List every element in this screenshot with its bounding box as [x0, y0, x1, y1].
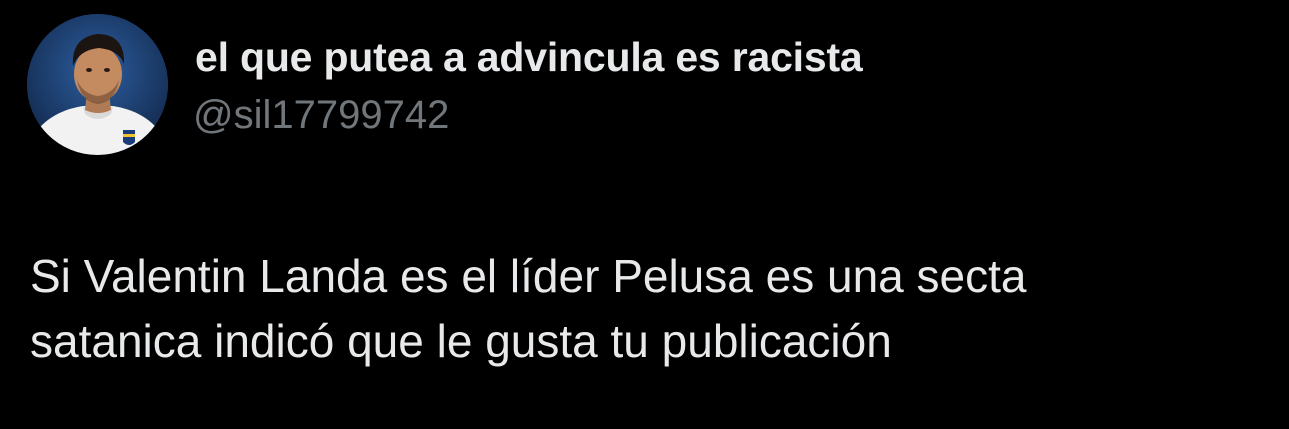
tweet-text-line: Si Valentin Landa es el líder Pelusa es … — [30, 250, 1027, 302]
tweet-card[interactable]: el que putea a advincula es racista @sil… — [0, 0, 1289, 429]
author-display-name[interactable]: el que putea a advincula es racista — [195, 34, 863, 81]
avatar-photo-icon — [27, 14, 168, 155]
author-avatar[interactable] — [27, 14, 168, 155]
tweet-body: Si Valentin Landa es el líder Pelusa es … — [30, 244, 1260, 374]
tweet-text-line: satanica indicó que le gusta tu publicac… — [30, 315, 892, 367]
author-handle[interactable]: @sil17799742 — [193, 93, 449, 138]
